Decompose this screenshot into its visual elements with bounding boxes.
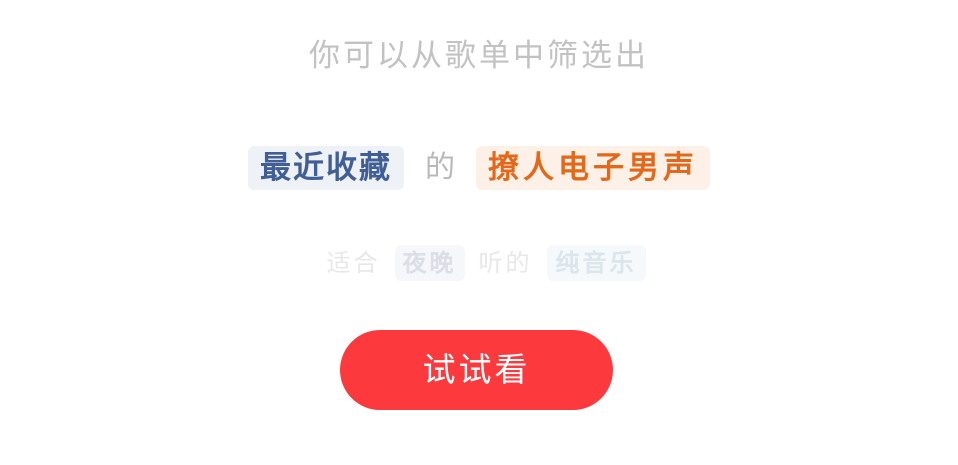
tag-electronic-male-vocal[interactable]: 撩人电子男声 [476, 146, 710, 190]
try-it-button[interactable]: 试试看 [340, 330, 613, 410]
secondary-middle: 听的 [478, 249, 533, 277]
tag-recent-favorites[interactable]: 最近收藏 [248, 146, 404, 190]
secondary-prefix: 适合 [326, 249, 381, 277]
tag-night[interactable]: 夜晚 [394, 245, 465, 281]
secondary-filter-row: 适合 夜晚 听的 纯音乐 [0, 243, 958, 283]
primary-filter-row: 最近收藏 的 撩人电子男声 [0, 145, 958, 191]
tag-pure-music[interactable]: 纯音乐 [546, 245, 646, 281]
intro-subtitle: 你可以从歌单中筛选出 [309, 38, 649, 74]
connector-de: 的 [425, 150, 455, 185]
